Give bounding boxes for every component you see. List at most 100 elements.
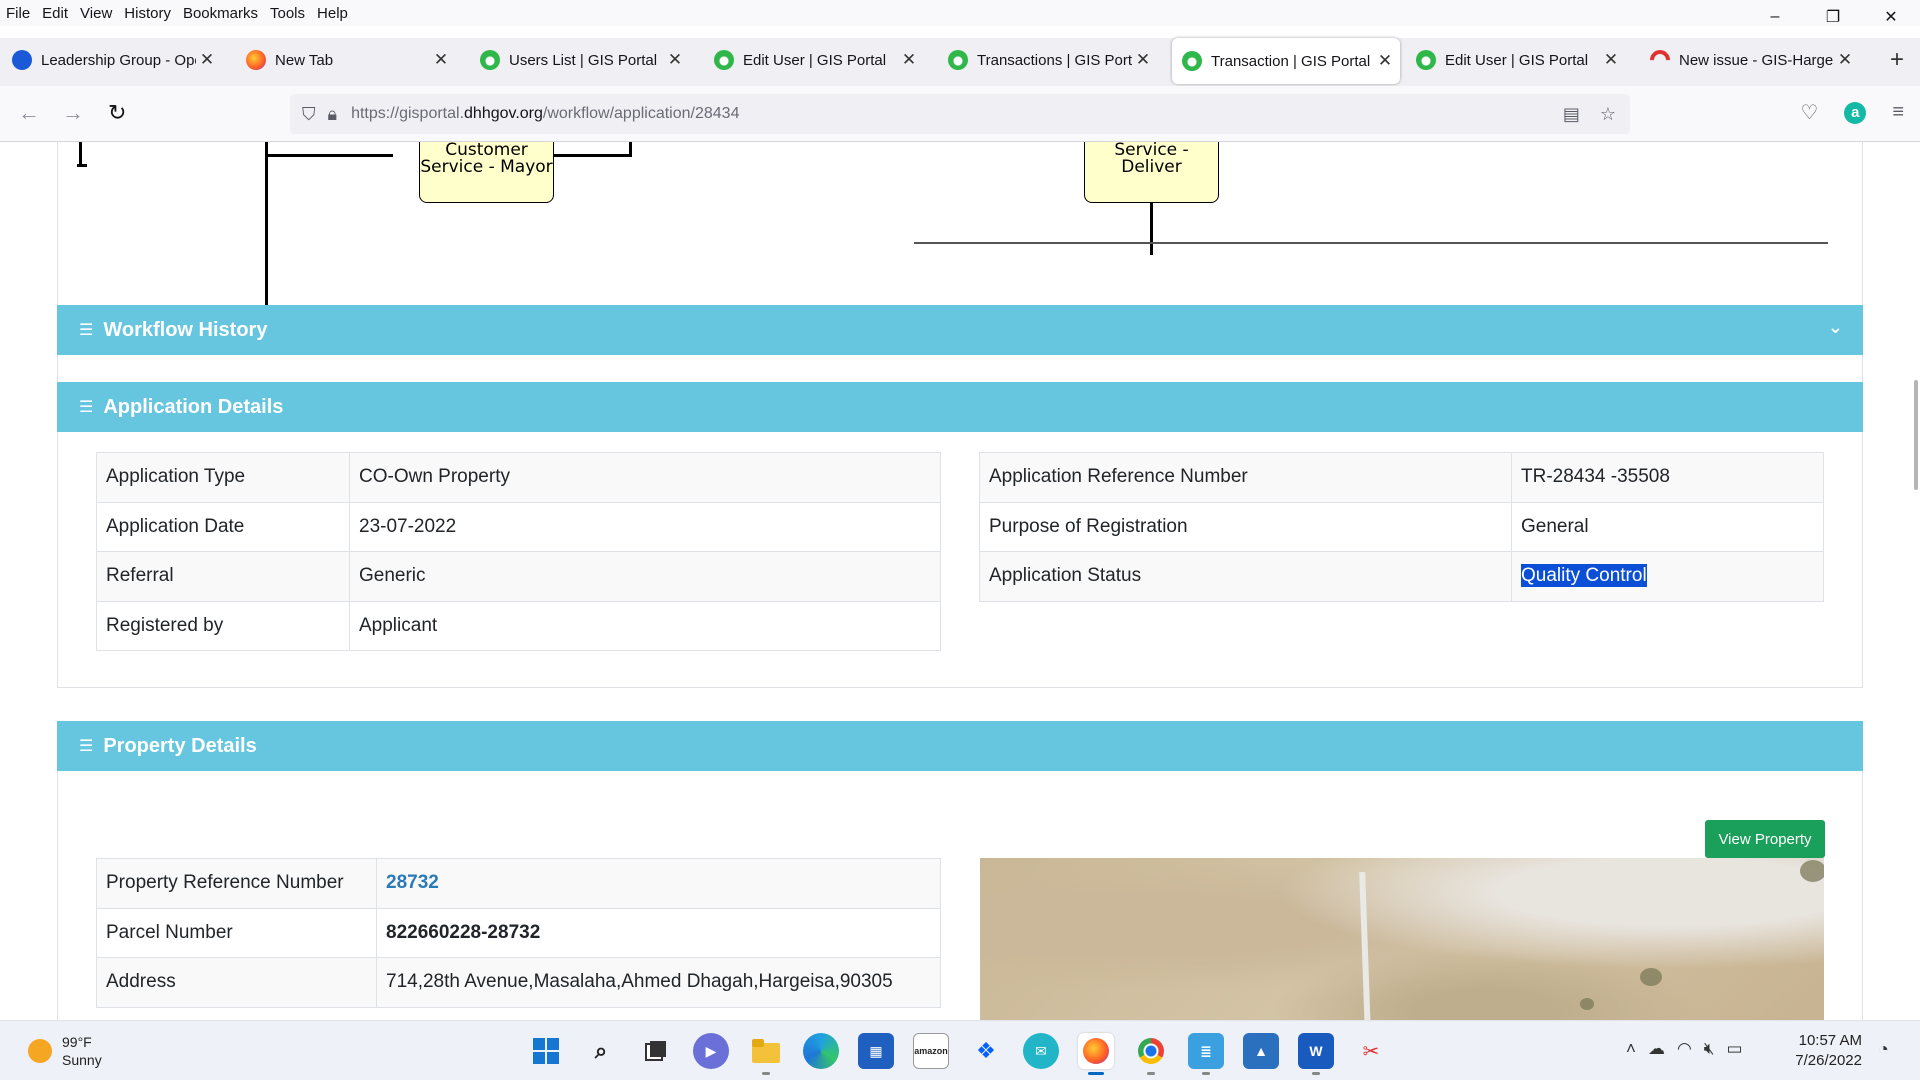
- field-label: Address: [96, 957, 377, 1008]
- url-text: https://gisportal.dhhgov.org/workflow/ap…: [351, 105, 740, 122]
- menu-tools[interactable]: Tools: [264, 5, 311, 22]
- tab-leadership-group[interactable]: Leadership Group - Oper ✕: [2, 38, 222, 82]
- close-tab-icon[interactable]: ✕: [1834, 50, 1856, 70]
- tab-edit-user[interactable]: Edit User | GIS Portal ✕: [704, 38, 924, 82]
- table-row: Property Reference Number 28732: [96, 858, 941, 909]
- tab-title: Users List | GIS Portal: [509, 51, 658, 69]
- notification-icon[interactable]: ◔: [1878, 1039, 1889, 1060]
- application-status-value[interactable]: Quality Control: [1521, 564, 1647, 588]
- tab-title: Leadership Group - Oper: [41, 51, 196, 69]
- view-property-button[interactable]: View Property: [1705, 820, 1825, 858]
- close-window-button[interactable]: ✕: [1862, 0, 1920, 34]
- new-tab-button[interactable]: +: [1890, 46, 1904, 74]
- task-view-icon[interactable]: [638, 1033, 674, 1069]
- workflow-history-header[interactable]: ☰ Workflow History ⌄: [57, 305, 1863, 355]
- application-details-body: Application Type CO-Own Property Applica…: [57, 432, 1863, 688]
- word-icon[interactable]: W: [1298, 1033, 1334, 1075]
- chevron-up-icon[interactable]: ˄: [1626, 1039, 1636, 1059]
- field-value: Applicant: [349, 600, 941, 651]
- field-value: 23-07-2022: [349, 501, 941, 552]
- bookmark-star-icon[interactable]: ☆: [1600, 104, 1616, 125]
- chat-icon[interactable]: ▶: [693, 1033, 729, 1069]
- firefox-icon[interactable]: [1078, 1033, 1114, 1075]
- clock[interactable]: 10:57 AM 7/26/2022: [1780, 1031, 1862, 1071]
- tab-transactions[interactable]: Transactions | GIS Portal ✕: [938, 38, 1158, 82]
- cloud-icon[interactable]: ☁: [1648, 1039, 1665, 1059]
- reload-icon[interactable]: ↻: [108, 100, 126, 126]
- property-details-header[interactable]: ☰ Property Details: [57, 721, 1863, 771]
- shield-icon[interactable]: ⛉: [302, 104, 316, 125]
- store-icon[interactable]: ▦: [858, 1033, 894, 1069]
- weather-widget[interactable]: 99°F Sunny: [28, 1033, 102, 1069]
- menu-history[interactable]: History: [118, 5, 177, 22]
- system-tray: ˄ ☁ ◠ 🔇︎ ▭: [1626, 1039, 1743, 1059]
- forward-icon[interactable]: →: [62, 100, 84, 126]
- close-tab-icon[interactable]: ✕: [1374, 51, 1396, 71]
- scrollbar-thumb[interactable]: [1914, 380, 1918, 490]
- diagram-connector: [914, 242, 1828, 244]
- aerial-feature: [1640, 968, 1662, 986]
- wifi-icon[interactable]: ◠: [1677, 1039, 1692, 1059]
- pocket-icon[interactable]: ♡: [1800, 100, 1818, 125]
- chrome-icon[interactable]: [1133, 1033, 1169, 1075]
- lock-icon[interactable]: 🔒︎: [328, 104, 338, 125]
- tab-users-list[interactable]: Users List | GIS Portal ✕: [470, 38, 690, 82]
- menu-bookmarks[interactable]: Bookmarks: [177, 5, 264, 22]
- snipping-tool-icon[interactable]: ✂: [1353, 1033, 1389, 1069]
- property-details-table: Property Reference Number 28732 Parcel N…: [96, 858, 941, 1008]
- notepad-icon[interactable]: ≣: [1188, 1033, 1224, 1075]
- taskbar-apps: ⌕ ▶ ▦ amazon ❖ ✉ ≣ ▲ W ✂: [528, 1033, 1389, 1075]
- app-menu-icon[interactable]: ≡: [1892, 101, 1904, 124]
- close-tab-icon[interactable]: ✕: [430, 50, 452, 70]
- diagram-node-mayor[interactable]: Customer Service - Mayor: [419, 142, 554, 203]
- field-value: 28732: [376, 858, 941, 909]
- panel-title: Property Details: [103, 734, 257, 757]
- field-label: Registered by: [96, 600, 350, 651]
- messenger-icon[interactable]: ✉: [1023, 1033, 1059, 1069]
- gis-icon: [480, 50, 500, 70]
- diagram-node-deliver[interactable]: Customer Service - Deliver: [1084, 142, 1219, 203]
- close-tab-icon[interactable]: ✕: [664, 50, 686, 70]
- address-bar[interactable]: ⛉ 🔒︎ https://gisportal.dhhgov.org/workfl…: [290, 94, 1630, 134]
- chevron-down-icon[interactable]: ⌄: [1828, 317, 1843, 338]
- application-details-header[interactable]: ☰ Application Details: [57, 382, 1863, 432]
- back-icon[interactable]: ←: [18, 100, 40, 126]
- tab-transaction-active[interactable]: Transaction | GIS Portal ✕: [1172, 38, 1400, 84]
- menu-help[interactable]: Help: [311, 5, 354, 22]
- close-tab-icon[interactable]: ✕: [898, 50, 920, 70]
- battery-icon[interactable]: ▭: [1727, 1039, 1743, 1059]
- maximize-button[interactable]: ❐: [1804, 0, 1862, 34]
- edge-icon[interactable]: [803, 1033, 839, 1069]
- start-icon[interactable]: [528, 1033, 564, 1069]
- search-icon[interactable]: ⌕: [583, 1033, 619, 1069]
- panel-title: Workflow History: [103, 318, 268, 341]
- menu-edit[interactable]: Edit: [36, 5, 74, 22]
- list-icon: ☰: [79, 738, 94, 755]
- reader-view-icon[interactable]: ▤: [1563, 104, 1580, 125]
- close-tab-icon[interactable]: ✕: [1600, 50, 1622, 70]
- diagram-connector: [1150, 203, 1153, 255]
- weather-desc: Sunny: [62, 1052, 102, 1068]
- tab-new-tab[interactable]: New Tab ✕: [236, 38, 456, 82]
- tab-new-issue[interactable]: New issue - GIS-Hargesi ✕: [1640, 38, 1860, 82]
- property-reference-link[interactable]: 28732: [386, 872, 439, 893]
- table-row: Parcel Number 822660228-28732: [96, 907, 941, 958]
- tab-edit-user-2[interactable]: Edit User | GIS Portal ✕: [1406, 38, 1626, 82]
- account-icon[interactable]: a: [1844, 101, 1867, 124]
- close-tab-icon[interactable]: ✕: [196, 50, 218, 70]
- workflow-diagram: Customer Service - Mayor Customer Servic…: [57, 142, 1863, 420]
- amazon-icon[interactable]: amazon: [913, 1033, 949, 1069]
- application-details-left-table: Application Type CO-Own Property Applica…: [96, 452, 941, 651]
- file-explorer-icon[interactable]: [748, 1033, 784, 1075]
- field-value: 822660228-28732: [376, 907, 941, 958]
- taskbar: 99°F Sunny ⌕ ▶ ▦ amazon ❖ ✉ ≣ ▲ W ✂ ˄ ☁ …: [0, 1020, 1920, 1080]
- dropbox-icon[interactable]: ❖: [968, 1033, 1004, 1069]
- photos-icon[interactable]: ▲: [1243, 1033, 1279, 1069]
- sun-icon: [28, 1039, 52, 1063]
- close-tab-icon[interactable]: ✕: [1132, 50, 1154, 70]
- minimize-button[interactable]: –: [1746, 0, 1804, 34]
- menu-file[interactable]: File: [0, 5, 36, 22]
- table-row: Application Type CO-Own Property: [96, 452, 941, 503]
- menu-view[interactable]: View: [74, 5, 118, 22]
- volume-muted-icon[interactable]: 🔇︎: [1704, 1039, 1715, 1059]
